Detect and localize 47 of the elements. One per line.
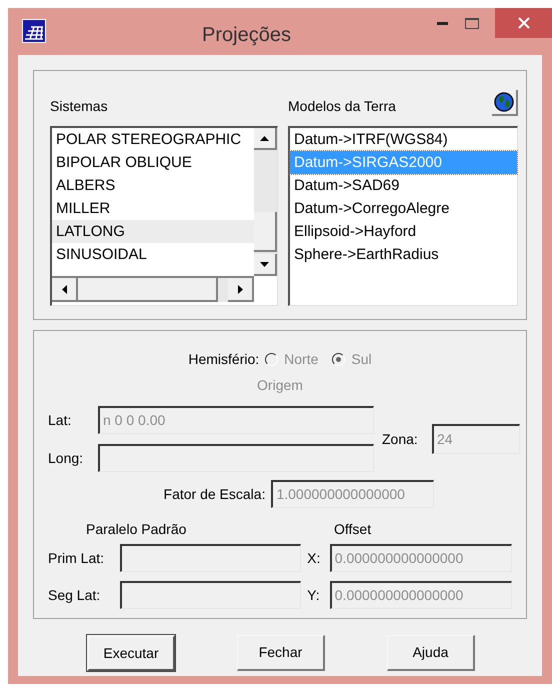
list-item[interactable]: Ellipsoid->Hayford (290, 220, 517, 243)
dialog-button[interactable]: Ajuda (387, 635, 475, 671)
globe-icon (494, 92, 514, 112)
list-item[interactable]: ALBERS (52, 174, 254, 197)
scroll-left-button[interactable] (52, 278, 78, 302)
field-label: Fator de Escala: (164, 484, 266, 504)
left-arrow-icon (62, 284, 66, 294)
list-item[interactable]: POLAR STEREOGRAPHIC (52, 128, 254, 151)
horizontal-scrollbar[interactable] (52, 276, 254, 302)
list-item[interactable]: Datum->SAD69 (290, 174, 517, 197)
list-item[interactable]: Datum->CorregoAlegre (290, 197, 517, 220)
list-item[interactable]: Datum->ITRF(WGS84) (290, 128, 517, 151)
section-heading: Paralelo Padrão (86, 520, 188, 538)
up-arrow-icon (260, 136, 269, 140)
list-item[interactable]: LATLONG (52, 220, 254, 243)
scroll-down-button[interactable] (254, 254, 277, 276)
app-icon (22, 19, 46, 43)
list-item[interactable]: SINUSOIDAL (52, 243, 254, 266)
field-label: Hemisfério: (188, 350, 260, 368)
dialog-button[interactable]: Executar (87, 635, 175, 671)
section-heading: Origem (257, 376, 303, 395)
scroll-right-button[interactable] (228, 278, 254, 302)
field-label: X: (306, 548, 322, 568)
field-label: Y: (306, 586, 321, 604)
radio-label: Norte (284, 350, 318, 368)
radio-label: Sul (351, 350, 372, 368)
down-arrow-icon (260, 262, 269, 266)
close-button[interactable] (495, 8, 552, 38)
scroll-thumb[interactable] (254, 212, 277, 252)
section-heading: Offset (334, 520, 372, 538)
list-item[interactable]: MILLER (52, 197, 254, 220)
field-label: Lat: (48, 410, 72, 430)
field-label: Seg Lat: (48, 586, 102, 605)
close-icon (518, 17, 530, 29)
scroll-up-button[interactable] (254, 128, 277, 150)
field-label: Long: (48, 448, 84, 468)
list-label: Modelos da Terra (288, 97, 396, 116)
list-label: Sistemas (50, 97, 108, 116)
list-item[interactable]: BIPOLAR OBLIQUE (52, 151, 254, 174)
scroll-thumb[interactable] (78, 278, 218, 302)
field-label: Zona: (382, 430, 419, 448)
window-title: Projeções (202, 23, 291, 48)
dialog-button[interactable]: Fechar (237, 635, 325, 671)
field-label: Prim Lat: (48, 548, 106, 568)
vertical-scrollbar[interactable] (254, 128, 277, 276)
right-arrow-icon (238, 284, 242, 294)
list-item[interactable]: Sphere->EarthRadius (290, 243, 517, 266)
